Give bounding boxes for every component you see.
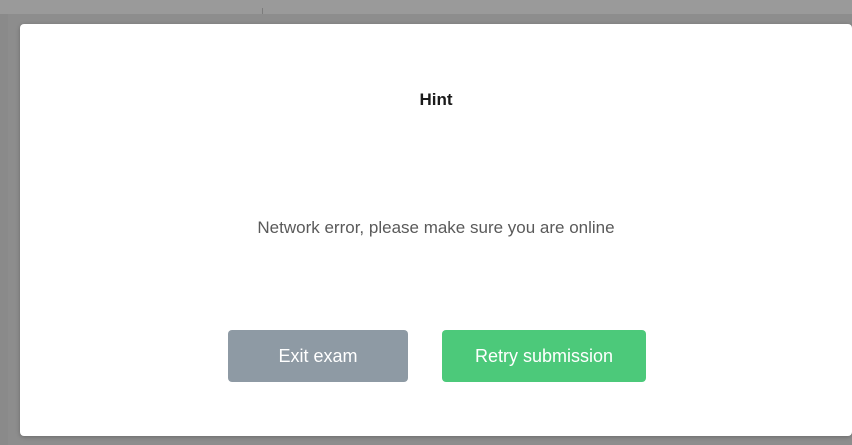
background-divider bbox=[262, 8, 263, 14]
background-page-strip bbox=[0, 0, 852, 14]
hint-dialog: Hint Network error, please make sure you… bbox=[20, 24, 852, 436]
exit-exam-button[interactable]: Exit exam bbox=[228, 330, 408, 382]
dialog-message: Network error, please make sure you are … bbox=[257, 218, 615, 237]
retry-submission-button[interactable]: Retry submission bbox=[442, 330, 646, 382]
dialog-title: Hint bbox=[419, 90, 453, 109]
background-page-edge bbox=[0, 14, 8, 445]
